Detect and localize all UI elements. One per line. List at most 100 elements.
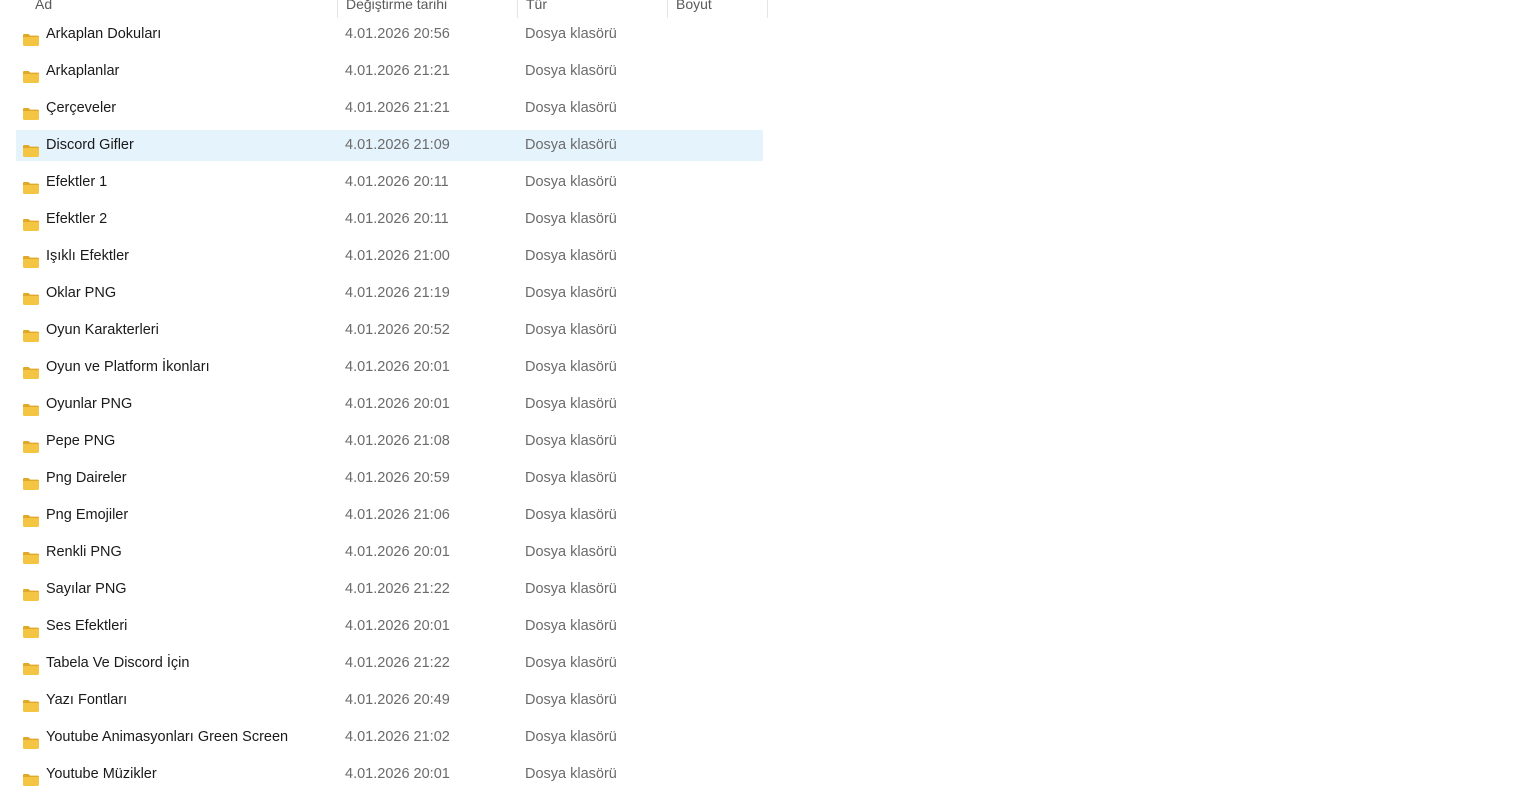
file-type: Dosya klasörü (525, 692, 617, 708)
table-row[interactable]: Tabela Ve Discord İçin 4.01.2026 21:22 Dos… (16, 648, 763, 679)
file-name: Oyun Karakterleri (46, 322, 159, 338)
file-date-modified: 4.01.2026 21:21 (345, 100, 450, 116)
file-name: Arkaplanlar (46, 63, 120, 79)
table-row[interactable]: Png Emojiler 4.01.2026 21:06 Dosya klasörü (16, 500, 763, 531)
file-date-modified: 4.01.2026 21:22 (345, 655, 450, 671)
file-type: Dosya klasörü (525, 581, 617, 597)
file-date-modified: 4.01.2026 20:52 (345, 322, 450, 338)
table-row[interactable]: Yazı Fontları 4.01.2026 20:49 Dosya klasör… (16, 685, 763, 716)
file-date-modified: 4.01.2026 20:59 (345, 470, 450, 486)
folder-icon (22, 731, 40, 749)
file-type: Dosya klasörü (525, 544, 617, 560)
table-row[interactable]: Efektler 2 4.01.2026 20:11 Dosya klasörü (16, 204, 763, 235)
file-date-modified: 4.01.2026 21:21 (345, 63, 450, 79)
file-name: Arkaplan Dokuları (46, 26, 162, 42)
file-date-modified: 4.01.2026 21:22 (345, 581, 450, 597)
file-name: Işıklı Efektler (46, 248, 129, 264)
table-row[interactable]: Çerçeveler 4.01.2026 21:21 Dosya klasörü (16, 93, 763, 124)
table-row[interactable]: Youtube Müzikler 4.01.2026 20:01 Dosya kla… (16, 759, 763, 790)
table-row[interactable]: Oklar PNG 4.01.2026 21:19 Dosya klasörü (16, 278, 763, 309)
column-header-type[interactable]: Tür (517, 0, 667, 18)
folder-icon (22, 694, 40, 712)
table-row[interactable]: Png Daireler 4.01.2026 20:59 Dosya klasörü (16, 463, 763, 494)
file-type: Dosya klasörü (525, 211, 617, 227)
folder-icon (22, 139, 40, 157)
file-type: Dosya klasörü (525, 285, 617, 301)
file-name: Sayılar PNG (46, 581, 127, 597)
file-name: Ses Efektleri (46, 618, 128, 634)
table-row[interactable]: Oyun Karakterleri 4.01.2026 20:52 Dosya kl… (16, 315, 763, 346)
folder-icon (22, 509, 40, 527)
file-name: Tabela Ve Discord İçin (46, 655, 190, 671)
table-row[interactable]: Youtube Animasyonları Green Screen 4.01.2… (16, 722, 763, 753)
column-header-size[interactable]: Boyut (667, 0, 768, 18)
folder-icon (22, 398, 40, 416)
file-type: Dosya klasörü (525, 766, 617, 782)
file-name: Yazı Fontları (46, 692, 128, 708)
file-type: Dosya klasörü (525, 248, 617, 264)
file-type: Dosya klasörü (525, 433, 617, 449)
file-date-modified: 4.01.2026 21:02 (345, 729, 450, 745)
folder-icon (22, 361, 40, 379)
file-name: Oyun ve Platform İkonları (46, 359, 210, 375)
table-row[interactable]: Efektler 1 4.01.2026 20:11 Dosya klasörü (16, 167, 763, 198)
table-row[interactable]: Ses Efektleri 4.01.2026 20:01 Dosya klasör… (16, 611, 763, 642)
file-date-modified: 4.01.2026 20:11 (345, 174, 449, 190)
column-header-date-modified[interactable]: Değiştirme tarihi (337, 0, 517, 18)
file-type: Dosya klasörü (525, 359, 617, 375)
file-date-modified: 4.01.2026 20:01 (345, 544, 450, 560)
folder-icon (22, 65, 40, 83)
file-type: Dosya klasörü (525, 618, 617, 634)
file-date-modified: 4.01.2026 20:11 (345, 211, 449, 227)
column-header-name[interactable]: Ad (16, 0, 337, 18)
table-row[interactable]: Sayılar PNG 4.01.2026 21:22 Dosya klasörü (16, 574, 763, 605)
file-date-modified: 4.01.2026 20:49 (345, 692, 450, 708)
file-date-modified: 4.01.2026 20:01 (345, 359, 450, 375)
file-date-modified: 4.01.2026 21:08 (345, 433, 450, 449)
file-type: Dosya klasörü (525, 470, 617, 486)
file-date-modified: 4.01.2026 20:01 (345, 396, 450, 412)
table-row[interactable]: Arkaplanlar 4.01.2026 21:21 Dosya klasörü (16, 56, 763, 87)
file-type: Dosya klasörü (525, 396, 617, 412)
folder-icon (22, 213, 40, 231)
file-type: Dosya klasörü (525, 26, 617, 42)
file-date-modified: 4.01.2026 21:19 (345, 285, 450, 301)
folder-icon (22, 28, 40, 46)
file-type: Dosya klasörü (525, 655, 617, 671)
folder-icon (22, 657, 40, 675)
file-date-modified: 4.01.2026 21:09 (345, 137, 450, 153)
folder-icon (22, 546, 40, 564)
folder-icon (22, 176, 40, 194)
file-type: Dosya klasörü (525, 63, 617, 79)
file-name: Renkli PNG (46, 544, 122, 560)
file-name: Pepe PNG (46, 433, 116, 449)
table-row[interactable]: Oyunlar PNG 4.01.2026 20:01 Dosya klasörü (16, 389, 763, 420)
file-date-modified: 4.01.2026 21:06 (345, 507, 450, 523)
table-row[interactable]: Oyun ve Platform İkonları 4.01.2026 20:01… (16, 352, 763, 383)
folder-icon (22, 768, 40, 786)
folder-icon (22, 102, 40, 120)
table-row[interactable]: Renkli PNG 4.01.2026 20:01 Dosya klasörü (16, 537, 763, 568)
folder-icon (22, 287, 40, 305)
file-name: Oyunlar PNG (46, 396, 133, 412)
file-type: Dosya klasörü (525, 729, 617, 745)
column-header-row: Ad Değiştirme tarihi Tür Boyut (16, 0, 768, 18)
file-type: Dosya klasörü (525, 100, 617, 116)
table-row[interactable]: Discord Gifler 4.01.2026 21:09 Dosya klasö… (16, 130, 763, 161)
file-type: Dosya klasörü (525, 174, 617, 190)
table-row[interactable]: Işıklı Efektler 4.01.2026 21:00 Dosya klas… (16, 241, 763, 272)
file-name: Oklar PNG (46, 285, 117, 301)
file-name: Png Daireler (46, 470, 127, 486)
table-row[interactable]: Pepe PNG 4.01.2026 21:08 Dosya klasörü (16, 426, 763, 457)
file-name: Çerçeveler (46, 100, 117, 116)
file-type: Dosya klasörü (525, 137, 617, 153)
table-row[interactable]: Arkaplan Dokuları 4.01.2026 20:56 Dosya kl… (16, 19, 763, 50)
folder-icon (22, 324, 40, 342)
folder-icon (22, 583, 40, 601)
file-date-modified: 4.01.2026 20:01 (345, 766, 450, 782)
folder-icon (22, 250, 40, 268)
file-name: Discord Gifler (46, 137, 134, 153)
file-explorer-details-view: Ad Değiştirme tarihi Tür Boyut Arkaplan … (0, 0, 1519, 811)
folder-icon (22, 472, 40, 490)
folder-icon (22, 435, 40, 453)
